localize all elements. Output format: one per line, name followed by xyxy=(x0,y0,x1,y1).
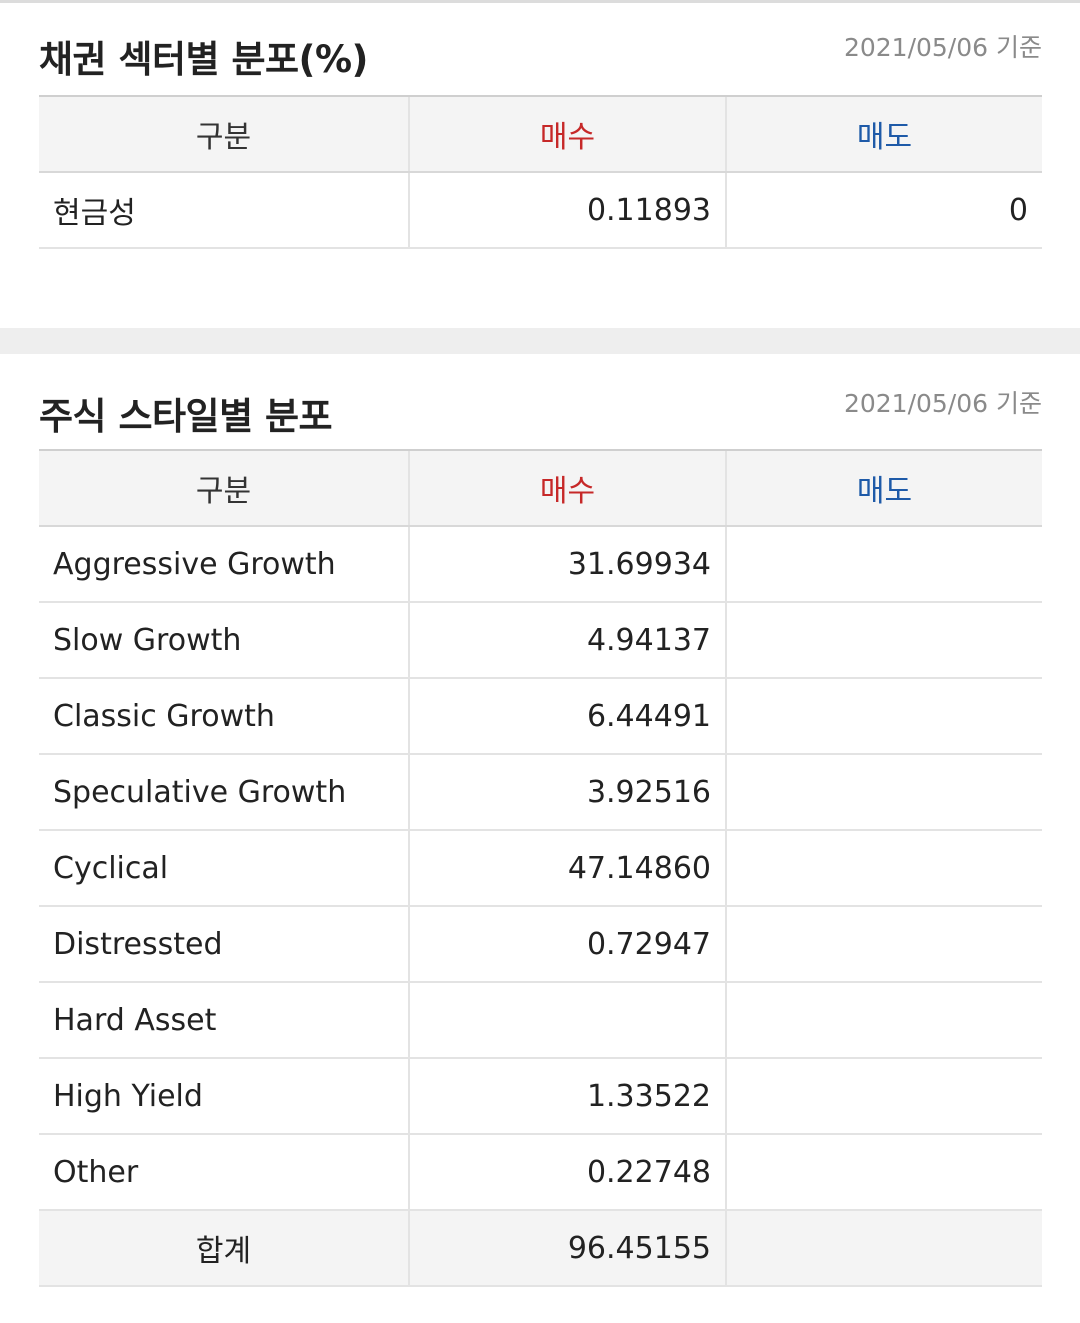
stock-style-date: 2021/05/06 기준 xyxy=(843,389,1042,418)
header-sell: 매도 xyxy=(725,449,1042,527)
bond-sector-table: 구분 매수 매도 현금성 0.11893 0 xyxy=(39,95,1042,249)
table-row: High Yield 1.33522 xyxy=(39,1058,1042,1135)
row-sell xyxy=(725,754,1042,831)
row-label: Other xyxy=(39,1134,409,1211)
row-label: Hard Asset xyxy=(39,982,409,1059)
row-buy: 0.72947 xyxy=(408,906,726,983)
row-buy xyxy=(408,982,726,1059)
row-sell xyxy=(725,830,1042,907)
row-label: Cyclical xyxy=(39,830,409,907)
row-sell xyxy=(725,526,1042,603)
row-buy: 0.11893 xyxy=(408,172,726,249)
row-sell xyxy=(725,1058,1042,1135)
row-buy: 4.94137 xyxy=(408,602,726,679)
stock-style-table: 구분 매수 매도 Aggressive Growth 31.69934 Slow… xyxy=(39,449,1042,1287)
row-label: Distressted xyxy=(39,906,409,983)
row-sell xyxy=(725,982,1042,1059)
header-sell: 매도 xyxy=(725,95,1042,173)
table-row: Distressted 0.72947 xyxy=(39,906,1042,983)
row-buy: 0.22748 xyxy=(408,1134,726,1211)
table-row: Aggressive Growth 31.69934 xyxy=(39,526,1042,603)
table-row: Cyclical 47.14860 xyxy=(39,830,1042,907)
bond-sector-date: 2021/05/06 기준 xyxy=(843,33,1042,62)
row-label: Classic Growth xyxy=(39,678,409,755)
header-label: 구분 xyxy=(39,449,409,527)
row-sell xyxy=(725,1134,1042,1211)
row-label: High Yield xyxy=(39,1058,409,1135)
stock-style-title: 주식 스타일별 분포 xyxy=(39,395,333,438)
table-row: Hard Asset xyxy=(39,982,1042,1059)
row-sell: 0 xyxy=(725,172,1042,249)
table-row: Other 0.22748 xyxy=(39,1134,1042,1211)
row-label: Slow Growth xyxy=(39,602,409,679)
row-label: 현금성 xyxy=(39,172,409,249)
table-row: Classic Growth 6.44491 xyxy=(39,678,1042,755)
table-row: Speculative Growth 3.92516 xyxy=(39,754,1042,831)
table-header-row: 구분 매수 매도 xyxy=(39,449,1042,527)
header-buy: 매수 xyxy=(408,95,726,173)
bond-sector-section: 채권 섹터별 분포(%) 2021/05/06 기준 구분 매수 매도 현금성 … xyxy=(39,0,1042,249)
row-buy: 6.44491 xyxy=(408,678,726,755)
header-buy: 매수 xyxy=(408,449,726,527)
row-sell xyxy=(725,602,1042,679)
total-label: 합계 xyxy=(39,1210,409,1287)
total-row: 합계 96.45155 xyxy=(39,1210,1042,1287)
row-buy: 47.14860 xyxy=(408,830,726,907)
table-header-row: 구분 매수 매도 xyxy=(39,95,1042,173)
total-sell xyxy=(725,1210,1042,1287)
row-sell xyxy=(725,678,1042,755)
stock-style-section: 주식 스타일별 분포 2021/05/06 기준 구분 매수 매도 Aggres… xyxy=(39,354,1042,1287)
stock-style-header: 주식 스타일별 분포 2021/05/06 기준 xyxy=(39,354,1042,449)
row-label: Aggressive Growth xyxy=(39,526,409,603)
row-buy: 3.92516 xyxy=(408,754,726,831)
table-row: Slow Growth 4.94137 xyxy=(39,602,1042,679)
row-sell xyxy=(725,906,1042,983)
row-buy: 1.33522 xyxy=(408,1058,726,1135)
total-buy: 96.45155 xyxy=(408,1210,726,1287)
table-row: 현금성 0.11893 0 xyxy=(39,172,1042,249)
row-label: Speculative Growth xyxy=(39,754,409,831)
bond-sector-title: 채권 섹터별 분포(%) xyxy=(39,38,368,81)
header-label: 구분 xyxy=(39,95,409,173)
bond-sector-header: 채권 섹터별 분포(%) 2021/05/06 기준 xyxy=(39,0,1042,95)
row-buy: 31.69934 xyxy=(408,526,726,603)
section-separator xyxy=(0,328,1080,354)
